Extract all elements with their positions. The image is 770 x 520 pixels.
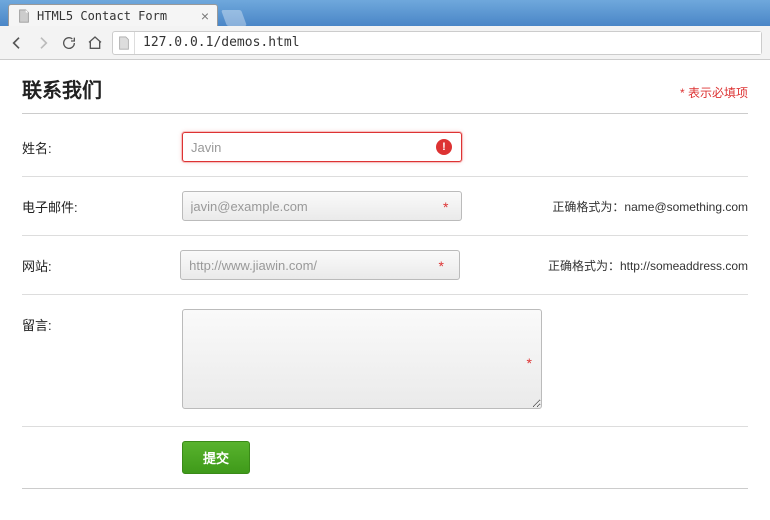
browser-tab[interactable]: HTML5 Contact Form × [8, 4, 218, 26]
browser-toolbar [0, 26, 770, 60]
page-title: 联系我们 [22, 74, 102, 103]
form-row-submit: 提交 [22, 427, 748, 489]
new-tab-button[interactable] [221, 10, 247, 26]
form-row-message: 留言: * [22, 295, 748, 427]
page-icon [17, 9, 31, 23]
form-row-website: 网站: * 正确格式为：http://someaddress.com [22, 236, 748, 295]
message-label: 留言: [22, 309, 182, 334]
address-bar[interactable] [112, 31, 762, 55]
required-hint: * 表示必填项 [680, 84, 748, 101]
url-input[interactable] [135, 32, 761, 54]
close-icon[interactable]: × [201, 9, 209, 23]
browser-tabstrip: HTML5 Contact Form × [0, 0, 770, 26]
required-star: * [527, 355, 532, 371]
required-star: * [438, 258, 443, 274]
required-star: * [443, 199, 448, 215]
website-hint: 正确格式为：http://someaddress.com [548, 250, 748, 274]
name-label: 姓名: [22, 132, 182, 157]
message-input[interactable] [182, 309, 542, 409]
home-icon[interactable] [86, 34, 104, 52]
email-label: 电子邮件: [22, 191, 182, 216]
website-input[interactable] [180, 250, 460, 280]
form-row-name: 姓名: ! [22, 118, 748, 177]
forward-icon[interactable] [34, 34, 52, 52]
form-row-email: 电子邮件: * 正确格式为：name@something.com [22, 177, 748, 236]
submit-button[interactable]: 提交 [182, 441, 250, 474]
reload-icon[interactable] [60, 34, 78, 52]
email-hint: 正确格式为：name@something.com [552, 191, 748, 215]
error-icon: ! [436, 139, 452, 155]
email-input[interactable] [182, 191, 462, 221]
site-icon [113, 32, 135, 54]
name-input[interactable] [182, 132, 462, 162]
tab-title: HTML5 Contact Form [37, 9, 195, 23]
back-icon[interactable] [8, 34, 26, 52]
website-label: 网站: [22, 250, 180, 275]
